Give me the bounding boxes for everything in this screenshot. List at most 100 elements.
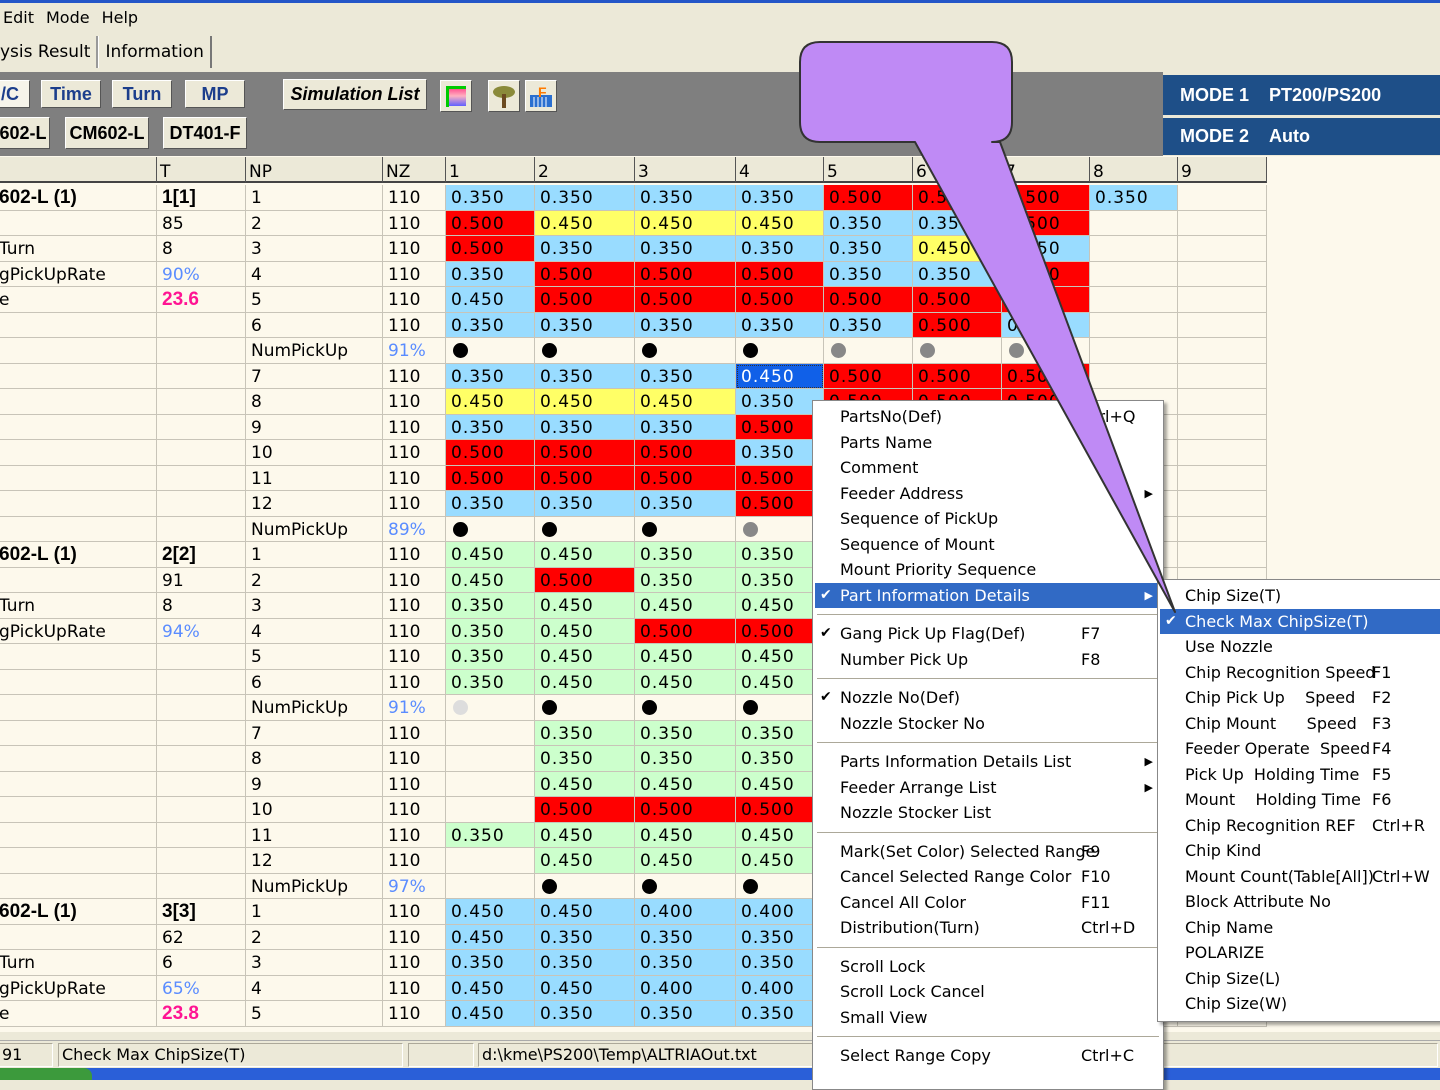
menu-help[interactable]: Help bbox=[99, 8, 147, 27]
data-cell[interactable]: 0.450 bbox=[446, 389, 535, 415]
data-cell[interactable] bbox=[1178, 236, 1267, 262]
data-cell[interactable] bbox=[736, 695, 824, 721]
color-palette-icon[interactable] bbox=[440, 80, 472, 112]
selected-cell[interactable]: 0.450 bbox=[736, 363, 824, 389]
data-cell[interactable] bbox=[535, 338, 635, 364]
data-cell[interactable] bbox=[535, 695, 635, 721]
column-header[interactable] bbox=[0, 157, 157, 183]
context-menu-item[interactable]: Sequence of PickUp bbox=[815, 506, 1161, 532]
data-cell[interactable]: 0.450 bbox=[736, 848, 824, 874]
column-header[interactable]: 1 bbox=[446, 157, 535, 183]
submenu-item[interactable]: Check Max ChipSize(T) ✔ bbox=[1160, 608, 1440, 634]
submenu-item[interactable]: Chip Size(W) bbox=[1160, 991, 1440, 1017]
data-cell[interactable]: 0.450 bbox=[535, 669, 635, 695]
context-menu-item[interactable]: Nozzle No(Def) ✔ bbox=[815, 685, 1161, 711]
data-cell[interactable]: 0.350 bbox=[635, 185, 736, 211]
data-cell[interactable] bbox=[824, 338, 913, 364]
context-menu-item[interactable]: Number Pick Up F8 bbox=[815, 647, 1161, 673]
data-cell[interactable] bbox=[1090, 338, 1178, 364]
data-cell[interactable]: 0.500 bbox=[635, 287, 736, 313]
chart-f-icon[interactable]: F bbox=[525, 80, 557, 112]
data-cell[interactable]: 0.500 bbox=[446, 440, 535, 466]
data-cell[interactable]: 0.350 bbox=[635, 312, 736, 338]
context-menu-item[interactable]: Nozzle Stocker List bbox=[815, 800, 1161, 826]
start-button[interactable] bbox=[0, 1068, 92, 1080]
data-cell[interactable]: 0.500 bbox=[1002, 261, 1090, 287]
data-cell[interactable]: 0.450 bbox=[635, 389, 736, 415]
data-cell[interactable]: 0.500 bbox=[446, 236, 535, 262]
data-cell[interactable]: 0.350 bbox=[736, 185, 824, 211]
data-cell[interactable] bbox=[1178, 287, 1267, 313]
data-cell[interactable]: 0.450 bbox=[736, 210, 824, 236]
data-cell[interactable] bbox=[635, 695, 736, 721]
data-cell[interactable]: 0.500 bbox=[824, 185, 913, 211]
data-cell[interactable] bbox=[1178, 465, 1267, 491]
data-cell[interactable]: 0.350 bbox=[736, 440, 824, 466]
data-cell[interactable]: 0.400 bbox=[635, 975, 736, 1001]
data-cell[interactable]: 0.350 bbox=[913, 261, 1002, 287]
data-cell[interactable]: 0.500 bbox=[824, 287, 913, 313]
data-cell[interactable] bbox=[1178, 185, 1267, 211]
data-cell[interactable]: 0.350 bbox=[535, 414, 635, 440]
submenu-item[interactable]: Chip Recognition Speed F1 bbox=[1160, 660, 1440, 686]
data-cell[interactable]: 0.450 bbox=[446, 975, 535, 1001]
menu-edit[interactable]: Edit bbox=[0, 8, 43, 27]
context-menu-item[interactable]: Comment bbox=[815, 455, 1161, 481]
data-cell[interactable] bbox=[1090, 261, 1178, 287]
data-cell[interactable]: 0.350 bbox=[446, 414, 535, 440]
data-cell[interactable] bbox=[1178, 338, 1267, 364]
data-cell[interactable]: 0.350 bbox=[535, 236, 635, 262]
data-cell[interactable]: 0.500 bbox=[1002, 287, 1090, 313]
data-cell[interactable]: 0.450 bbox=[446, 567, 535, 593]
column-header[interactable]: 4 bbox=[736, 157, 824, 183]
data-cell[interactable]: 0.450 bbox=[535, 848, 635, 874]
context-menu-item[interactable]: Mount Priority Sequence bbox=[815, 557, 1161, 583]
data-cell[interactable] bbox=[1002, 338, 1090, 364]
data-cell[interactable] bbox=[1090, 287, 1178, 313]
data-cell[interactable]: 0.350 bbox=[736, 236, 824, 262]
data-cell[interactable] bbox=[1178, 210, 1267, 236]
data-cell[interactable] bbox=[446, 338, 535, 364]
context-menu-item[interactable]: Parts Information Details List ▶ bbox=[815, 749, 1161, 775]
data-cell[interactable]: 0.500 bbox=[635, 440, 736, 466]
data-cell[interactable] bbox=[1090, 312, 1178, 338]
data-cell[interactable]: 0.450 bbox=[736, 669, 824, 695]
data-cell[interactable]: 0.500 bbox=[736, 287, 824, 313]
data-cell[interactable] bbox=[1178, 516, 1267, 542]
data-cell[interactable]: 0.350 bbox=[736, 720, 824, 746]
data-cell[interactable] bbox=[535, 873, 635, 899]
data-cell[interactable]: 0.450 bbox=[446, 1001, 535, 1027]
context-menu-item[interactable]: Nozzle Stocker No bbox=[815, 711, 1161, 737]
data-cell[interactable]: 0.350 bbox=[824, 312, 913, 338]
submenu-item[interactable]: Chip Kind bbox=[1160, 838, 1440, 864]
data-cell[interactable]: 0.350 bbox=[736, 924, 824, 950]
data-cell[interactable] bbox=[446, 873, 535, 899]
context-menu-item[interactable]: Mark(Set Color) Selected Range F9 bbox=[815, 839, 1161, 865]
data-cell[interactable] bbox=[1178, 491, 1267, 517]
data-cell[interactable]: 0.350 bbox=[736, 312, 824, 338]
tab-information[interactable]: Information bbox=[98, 36, 212, 68]
data-cell[interactable]: 0.450 bbox=[635, 822, 736, 848]
submenu-item[interactable]: Chip Size(T) bbox=[1160, 583, 1440, 609]
data-cell[interactable]: 0.350 bbox=[824, 261, 913, 287]
data-cell[interactable]: 0.500 bbox=[824, 363, 913, 389]
data-cell[interactable]: 0.450 bbox=[535, 899, 635, 925]
data-cell[interactable]: 0.350 bbox=[635, 236, 736, 262]
data-cell[interactable] bbox=[635, 338, 736, 364]
data-cell[interactable]: 0.350 bbox=[736, 567, 824, 593]
data-cell[interactable]: 0.350 bbox=[635, 414, 736, 440]
data-cell[interactable]: 0.350 bbox=[535, 924, 635, 950]
column-header[interactable]: 9 bbox=[1178, 157, 1267, 183]
context-menu-item[interactable]: Distribution(Turn) Ctrl+D bbox=[815, 915, 1161, 941]
data-cell[interactable]: 0.500 bbox=[535, 465, 635, 491]
machine-cm602l-button[interactable]: CM602-L bbox=[65, 117, 149, 149]
data-cell[interactable]: 0.450 bbox=[736, 822, 824, 848]
data-cell[interactable]: 0.450 bbox=[535, 389, 635, 415]
data-cell[interactable]: 0.500 bbox=[1002, 363, 1090, 389]
data-cell[interactable] bbox=[1090, 363, 1178, 389]
data-cell[interactable] bbox=[446, 516, 535, 542]
data-cell[interactable]: 0.450 bbox=[535, 618, 635, 644]
data-cell[interactable] bbox=[635, 873, 736, 899]
data-cell[interactable] bbox=[736, 873, 824, 899]
data-cell[interactable]: 0.500 bbox=[446, 465, 535, 491]
